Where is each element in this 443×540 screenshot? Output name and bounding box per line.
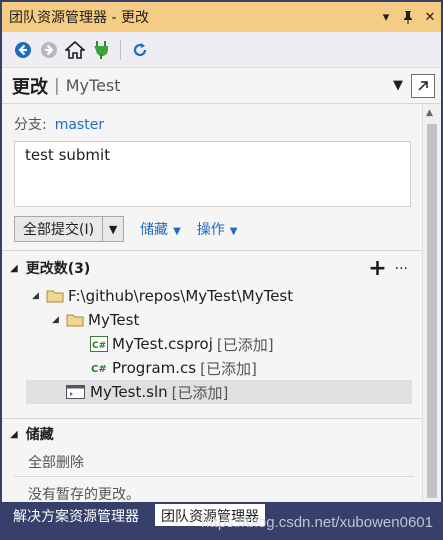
stashes-title: 储藏 — [25, 427, 54, 443]
solution-icon — [66, 384, 86, 400]
collapse-triangle-icon[interactable]: ◢ — [10, 429, 18, 440]
toolbar-separator — [120, 39, 121, 60]
close-icon[interactable]: ✕ — [419, 6, 441, 28]
commit-all-label: 全部提交(I) — [15, 217, 104, 241]
actions-label: 操作 — [196, 222, 225, 238]
branch-label: 分支: — [14, 117, 47, 133]
branch-link[interactable]: master — [55, 117, 104, 133]
file-state: [已添加] — [216, 335, 274, 354]
stash-label: 储藏 — [140, 222, 169, 238]
refresh-icon[interactable] — [127, 37, 153, 63]
file-name: MyTest.csproj — [112, 335, 213, 353]
file-state: [已添加] — [200, 359, 257, 378]
title-bar: 团队资源管理器 - 更改 ▾ ✕ — [2, 2, 441, 32]
file-name: Program.cs — [112, 359, 197, 377]
changes-tools: + ··· — [368, 258, 408, 280]
forward-icon[interactable] — [36, 37, 62, 63]
divider — [2, 250, 422, 251]
tree-row-file[interactable]: C# Program.cs [已添加] — [90, 356, 257, 380]
folder-open-icon — [46, 289, 64, 303]
pin-icon[interactable] — [397, 6, 419, 28]
pop-out-icon[interactable] — [411, 73, 435, 98]
chevron-down-icon: ▼ — [173, 226, 181, 237]
commit-message-input[interactable]: test submit — [14, 141, 411, 207]
repo-name: MyTest — [65, 76, 121, 95]
collapse-triangle-icon[interactable]: ◢ — [52, 315, 66, 325]
changes-content: 分支: master test submit 全部提交(I) ▼ 储藏 ▼ 操作 ▼ … — [2, 104, 422, 502]
header-separator: | — [54, 75, 60, 96]
page-dropdown-icon[interactable]: ▼ — [393, 78, 403, 93]
svg-text:C#: C# — [91, 364, 107, 375]
team-explorer-window: 团队资源管理器 - 更改 ▾ ✕ 更改 | MyTest ▼ 分支: maste… — [0, 0, 443, 540]
tree-row-folder[interactable]: ◢ MyTest — [52, 308, 139, 332]
commit-all-button[interactable]: 全部提交(I) ▼ — [14, 216, 125, 242]
window-menu-dropdown-icon[interactable]: ▾ — [375, 6, 397, 28]
vertical-scrollbar[interactable]: ▲ — [422, 104, 441, 502]
back-icon[interactable] — [10, 37, 36, 63]
changes-section-header[interactable]: ◢ 更改数(3) — [10, 258, 90, 278]
collapse-triangle-icon[interactable]: ◢ — [32, 291, 46, 301]
scroll-up-icon[interactable]: ▲ — [426, 108, 433, 118]
chevron-down-icon[interactable]: ▼ — [103, 223, 123, 236]
action-bar: 全部提交(I) ▼ 储藏 ▼ 操作 ▼ — [14, 216, 237, 242]
actions-dropdown[interactable]: 操作 ▼ — [197, 219, 238, 239]
folder-open-icon — [66, 313, 84, 327]
page-header: 更改 | MyTest ▼ — [2, 68, 441, 104]
connect-icon[interactable] — [88, 37, 114, 63]
divider — [2, 418, 422, 419]
tree-row-root[interactable]: ◢ F:\github\repos\MyTest\MyTest — [32, 284, 293, 308]
chevron-down-icon: ▼ — [229, 226, 238, 237]
branch-row: 分支: master — [14, 114, 104, 134]
page-title: 更改 — [12, 76, 48, 98]
tree-row-solution[interactable]: MyTest.sln [已添加] — [26, 380, 412, 404]
watermark-text: https://blog.csdn.net/xubowen0601 — [201, 514, 433, 531]
root-path: F:\github\repos\MyTest\MyTest — [68, 287, 294, 305]
csharp-file-icon: C# — [90, 360, 108, 376]
home-icon[interactable] — [62, 37, 88, 63]
more-options-icon[interactable]: ··· — [395, 261, 408, 277]
tree-row-file[interactable]: C# MyTest.csproj [已添加] — [90, 332, 274, 356]
stash-empty-text: 没有暂存的更改。 — [28, 487, 140, 502]
svg-text:C#: C# — [92, 341, 106, 351]
stash-dropdown[interactable]: 储藏 ▼ — [140, 219, 181, 239]
window-title: 团队资源管理器 - 更改 — [9, 10, 149, 26]
stage-all-icon[interactable]: + — [368, 258, 386, 280]
stashes-section-header[interactable]: ◢ 储藏 — [10, 424, 54, 444]
delete-all-link[interactable]: 全部删除 — [28, 452, 84, 472]
scrollbar-thumb[interactable] — [427, 124, 437, 498]
changes-count: 更改数(3) — [25, 261, 91, 277]
file-name: MyTest.sln — [90, 383, 168, 401]
divider — [14, 476, 414, 477]
file-state: [已添加] — [171, 383, 229, 402]
bottom-tab-strip: 解决方案资源管理器 团队资源管理器 https://blog.csdn.net/… — [2, 502, 441, 540]
collapse-triangle-icon[interactable]: ◢ — [10, 263, 18, 274]
csharp-project-icon: C# — [90, 336, 108, 352]
folder-name: MyTest — [88, 311, 140, 329]
toolbar — [2, 32, 441, 68]
tab-solution-explorer[interactable]: 解决方案资源管理器 — [7, 504, 145, 526]
